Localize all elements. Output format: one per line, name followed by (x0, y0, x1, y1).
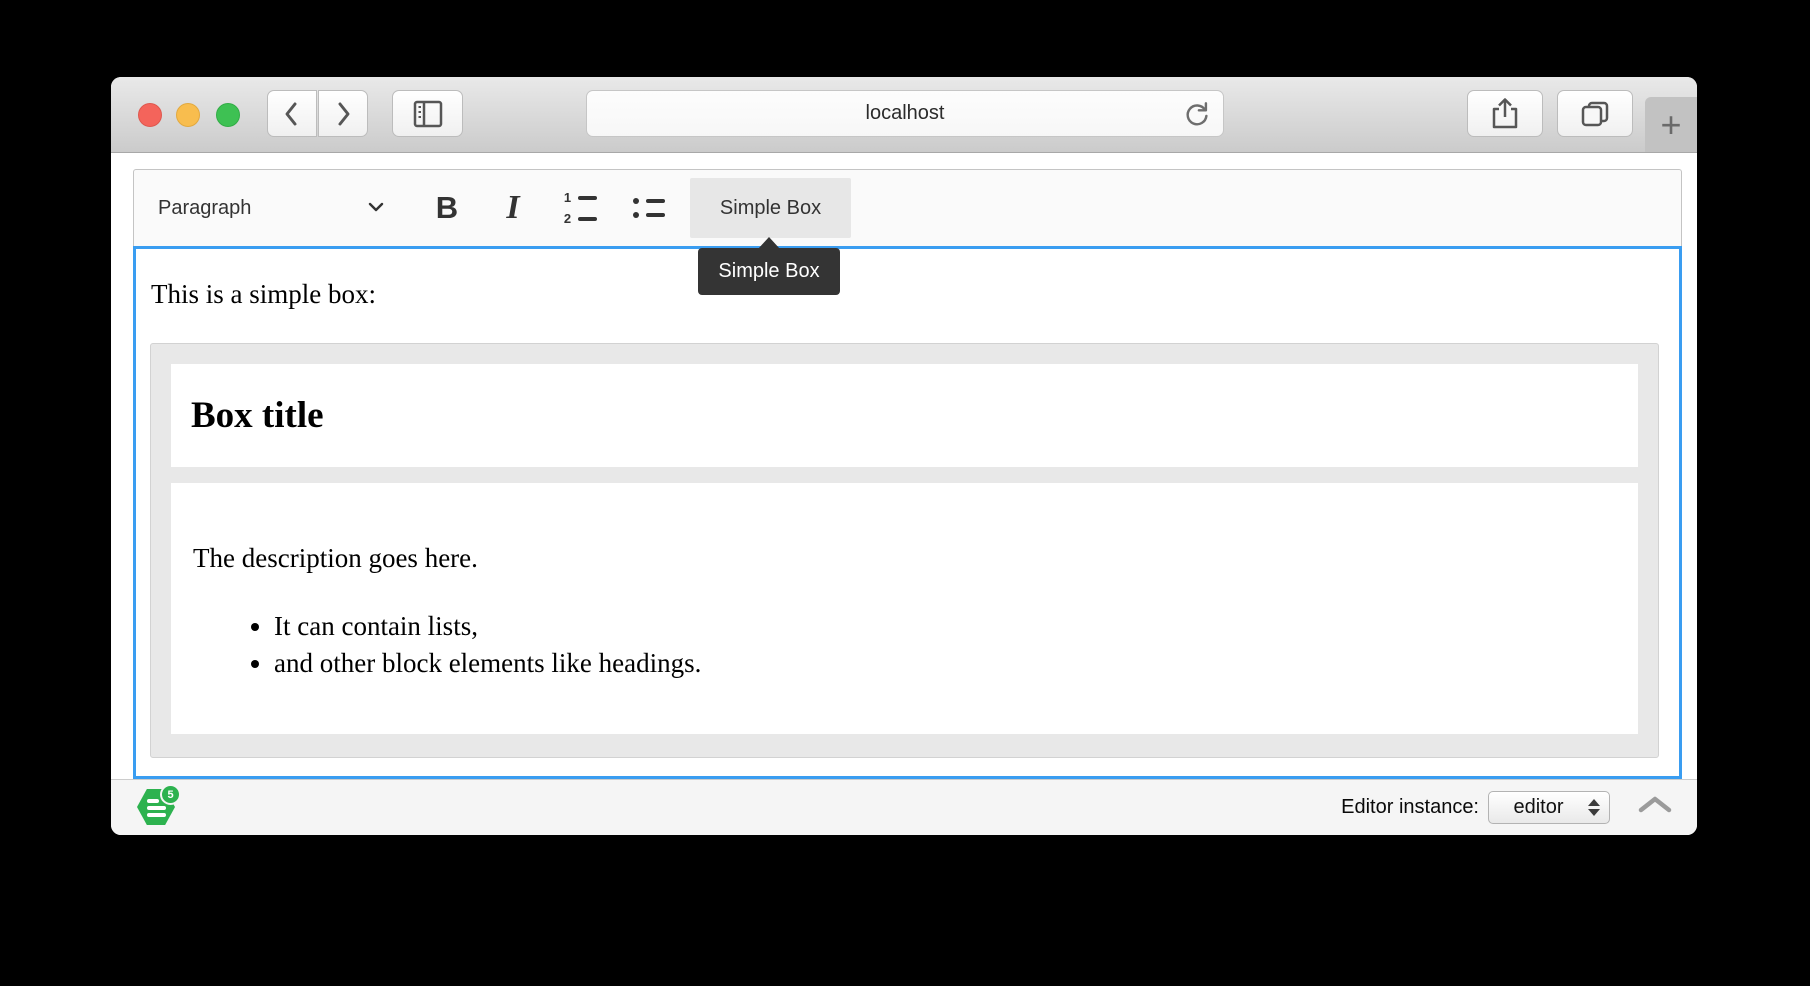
show-all-tabs-button[interactable] (1557, 90, 1633, 137)
editor-toolbar: Paragraph B I 1 2 (133, 169, 1682, 246)
zoom-window-button[interactable] (216, 103, 240, 127)
italic-button[interactable]: I (491, 178, 535, 238)
description-list[interactable]: It can contain lists, and other block el… (171, 608, 1638, 682)
minimize-window-button[interactable] (176, 103, 200, 127)
browser-toolbar: localhost (111, 77, 1697, 153)
version-badge: 5 (160, 784, 181, 805)
intro-paragraph[interactable]: This is a simple box: (136, 249, 1679, 311)
simple-box-title-area[interactable]: Box title (171, 364, 1638, 467)
chevron-up-icon (1637, 795, 1673, 820)
share-icon (1488, 96, 1522, 132)
browser-window: localhost (111, 77, 1697, 835)
web-page: Paragraph B I 1 2 (111, 153, 1697, 779)
address-text: localhost (866, 102, 945, 125)
editor-instance-label: Editor instance: (1341, 796, 1479, 819)
bulleted-list-icon (631, 198, 665, 218)
sidebar-toggle-button[interactable] (392, 90, 463, 137)
forward-button[interactable] (318, 90, 368, 137)
bulleted-list-button[interactable] (626, 178, 670, 238)
heading-dropdown-value: Paragraph (158, 197, 251, 220)
share-button[interactable] (1467, 90, 1543, 137)
numbered-list-icon: 1 2 (563, 191, 597, 225)
list-item[interactable]: and other block elements like headings. (274, 645, 1638, 682)
bold-icon: B (436, 190, 458, 226)
refresh-icon[interactable] (1182, 100, 1212, 130)
screen: localhost (0, 0, 1810, 986)
numbered-list-button[interactable]: 1 2 (558, 178, 602, 238)
simple-box-widget[interactable]: Box title The description goes here. It … (150, 343, 1659, 758)
tooltip-text: Simple Box (718, 260, 819, 283)
editor-content-area[interactable]: This is a simple box: Box title The desc… (133, 246, 1682, 779)
box-title-heading[interactable]: Box title (191, 394, 324, 437)
tabs-icon (1577, 97, 1613, 131)
description-paragraph[interactable]: The description goes here. (171, 483, 1638, 575)
plus-icon: + (1660, 107, 1681, 143)
chevron-down-icon (368, 199, 384, 217)
simple-box-description-area[interactable]: The description goes here. It can contai… (171, 483, 1638, 734)
back-button[interactable] (267, 90, 317, 137)
inspector-bar: 5 Editor instance: editor (111, 779, 1697, 835)
editor-instance-value: editor (1489, 796, 1588, 819)
collapse-inspector-button[interactable] (1637, 795, 1673, 820)
sidebar-icon (409, 97, 447, 131)
simple-box-button[interactable]: Simple Box (690, 178, 851, 238)
chevron-right-icon (328, 97, 358, 131)
editor-instance-select[interactable]: editor (1488, 791, 1610, 824)
heading-dropdown[interactable]: Paragraph (134, 170, 400, 246)
close-window-button[interactable] (138, 103, 162, 127)
address-bar[interactable]: localhost (586, 90, 1224, 137)
bold-button[interactable]: B (425, 178, 469, 238)
italic-icon: I (506, 189, 519, 227)
select-updown-icon (1588, 799, 1600, 816)
simple-box-button-label: Simple Box (720, 197, 821, 220)
simple-box-tooltip: Simple Box (698, 248, 840, 295)
chevron-left-icon (277, 97, 307, 131)
new-tab-button[interactable]: + (1645, 97, 1697, 152)
list-item[interactable]: It can contain lists, (274, 608, 1638, 645)
